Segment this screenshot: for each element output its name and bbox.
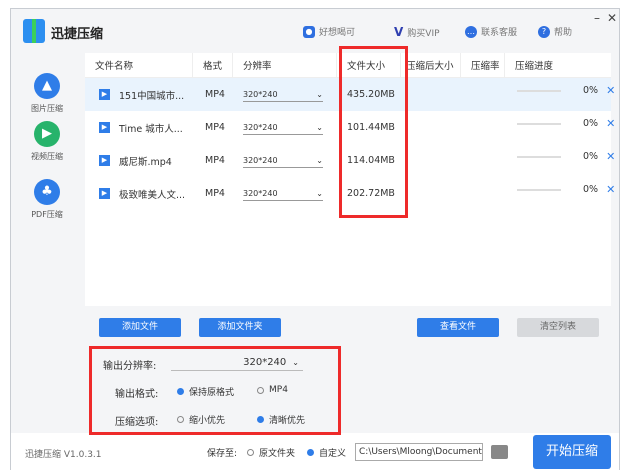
highlight-box-size xyxy=(339,46,408,218)
resolution-value: 320*240 xyxy=(243,189,278,198)
resolution-value: 320*240 xyxy=(243,156,278,165)
sidebar-item-video[interactable]: ▶ 视频压缩 xyxy=(11,121,83,162)
image-icon: ▲ xyxy=(34,73,60,99)
user-link[interactable]: ● 好想喝可 xyxy=(303,25,355,38)
service-label: 联系客服 xyxy=(481,28,518,38)
save-original-radio[interactable]: 原文件夹 xyxy=(247,446,295,459)
vip-link[interactable]: V 购买VIP xyxy=(394,25,440,39)
file-name: 威尼斯.mp4 xyxy=(119,156,172,168)
sidebar-item-pdf[interactable]: ♣ PDF压缩 xyxy=(11,179,83,220)
col-resolution: 分辨率 xyxy=(233,53,337,77)
minimize-button[interactable]: – xyxy=(594,11,600,25)
progress-value: 0% xyxy=(583,151,599,162)
add-folder-button[interactable]: 添加文件夹 xyxy=(199,318,281,337)
radio-icon xyxy=(307,449,314,456)
sidebar-item-image[interactable]: ▲ 图片压缩 xyxy=(11,73,83,114)
progress-bar xyxy=(517,188,561,191)
title-bar: 迅捷压缩 ● 好想喝可 V 购买VIP … 联系客服 ? 帮助 – ✕ xyxy=(11,9,619,53)
chevron-down-icon: ⌄ xyxy=(316,90,323,99)
progress-value: 0% xyxy=(583,118,599,129)
col-name: 文件名称 xyxy=(85,53,193,77)
file-name: 极致唯美人文... xyxy=(119,189,186,201)
resolution-value: 320*240 xyxy=(243,123,278,132)
file-name: 151中国城市... xyxy=(119,90,185,102)
col-ratio: 压缩率 xyxy=(461,53,505,77)
progress-value: 0% xyxy=(583,184,599,195)
video-file-icon: ▶ xyxy=(99,122,110,133)
view-file-button[interactable]: 查看文件 xyxy=(417,318,499,337)
file-name-cell: ▶ 威尼斯.mp4 xyxy=(99,144,172,177)
remove-icon[interactable]: ✕ xyxy=(606,150,615,163)
format-cell: MP4 xyxy=(205,155,225,166)
resolution-select[interactable]: 320*240 ⌄ xyxy=(243,154,323,168)
video-file-icon: ▶ xyxy=(99,155,110,166)
video-file-icon: ▶ xyxy=(99,89,110,100)
resolution-select[interactable]: 320*240 ⌄ xyxy=(243,121,323,135)
close-button[interactable]: ✕ xyxy=(607,11,617,25)
vip-label: 购买VIP xyxy=(407,28,440,39)
resolution-select[interactable]: 320*240 ⌄ xyxy=(243,187,323,201)
progress-cell: 0% ✕ xyxy=(517,74,615,107)
video-icon: ▶ xyxy=(34,121,60,147)
service-link[interactable]: … 联系客服 xyxy=(465,25,517,38)
resolution-value: 320*240 xyxy=(243,90,278,99)
version-label: 迅捷压缩 V1.0.3.1 xyxy=(25,450,102,460)
clear-list-button[interactable]: 清空列表 xyxy=(517,318,599,337)
remove-icon[interactable]: ✕ xyxy=(606,117,615,130)
format-cell: MP4 xyxy=(205,188,225,199)
vip-icon: V xyxy=(394,25,404,39)
radio-label: 原文件夹 xyxy=(259,449,296,459)
start-compress-button[interactable]: 开始压缩 xyxy=(533,435,611,469)
bottom-bar: 迅捷压缩 V1.0.3.1 保存至: 原文件夹 自定义 C:\Users\Mlo… xyxy=(11,433,619,471)
help-icon: ? xyxy=(538,25,550,38)
save-custom-radio[interactable]: 自定义 xyxy=(307,446,346,459)
col-compressed-size: 压缩后大小 xyxy=(401,53,461,77)
format-cell: MP4 xyxy=(205,89,225,100)
folder-icon[interactable] xyxy=(491,445,508,459)
highlight-box-options xyxy=(89,346,341,435)
sidebar: ▲ 图片压缩 ▶ 视频压缩 ♣ PDF压缩 xyxy=(11,53,83,433)
help-link[interactable]: ? 帮助 xyxy=(538,25,572,38)
video-file-icon: ▶ xyxy=(99,188,110,199)
file-name: Time 城市人... xyxy=(119,123,183,135)
format-cell: MP4 xyxy=(205,122,225,133)
pdf-icon: ♣ xyxy=(34,179,60,205)
remove-icon[interactable]: ✕ xyxy=(606,183,615,196)
save-path-input[interactable]: C:\Users\Mloong\Documents xyxy=(355,443,483,461)
progress-bar xyxy=(517,122,561,125)
chevron-down-icon: ⌄ xyxy=(316,156,323,165)
progress-cell: 0% ✕ xyxy=(517,140,615,173)
file-name-cell: ▶ Time 城市人... xyxy=(99,111,183,144)
chevron-down-icon: ⌄ xyxy=(316,123,323,132)
app-title: 迅捷压缩 xyxy=(51,27,104,42)
chevron-down-icon: ⌄ xyxy=(316,189,323,198)
app-window: 迅捷压缩 ● 好想喝可 V 购买VIP … 联系客服 ? 帮助 – ✕ ▲ 图片压缩 ▶ 视… xyxy=(10,8,620,471)
add-file-button[interactable]: 添加文件 xyxy=(99,318,181,337)
sidebar-label: 图片压缩 xyxy=(31,104,63,113)
remove-icon[interactable]: ✕ xyxy=(606,84,615,97)
help-label: 帮助 xyxy=(554,28,573,38)
col-format: 格式 xyxy=(193,53,233,77)
radio-icon xyxy=(247,449,254,456)
chat-icon: … xyxy=(465,25,477,38)
sidebar-label: 视频压缩 xyxy=(31,152,63,161)
user-icon: ● xyxy=(303,25,315,38)
file-name-cell: ▶ 151中国城市... xyxy=(99,78,184,111)
file-name-cell: ▶ 极致唯美人文... xyxy=(99,177,185,210)
progress-value: 0% xyxy=(583,85,599,96)
resolution-select[interactable]: 320*240 ⌄ xyxy=(243,88,323,102)
save-label: 保存至: xyxy=(207,449,238,459)
user-name: 好想喝可 xyxy=(319,28,356,38)
progress-bar xyxy=(517,89,561,92)
sidebar-label: PDF压缩 xyxy=(31,210,63,219)
progress-bar xyxy=(517,155,561,158)
app-logo-icon xyxy=(23,19,45,43)
radio-label: 自定义 xyxy=(319,449,347,459)
progress-cell: 0% ✕ xyxy=(517,107,615,140)
progress-cell: 0% ✕ xyxy=(517,173,615,206)
